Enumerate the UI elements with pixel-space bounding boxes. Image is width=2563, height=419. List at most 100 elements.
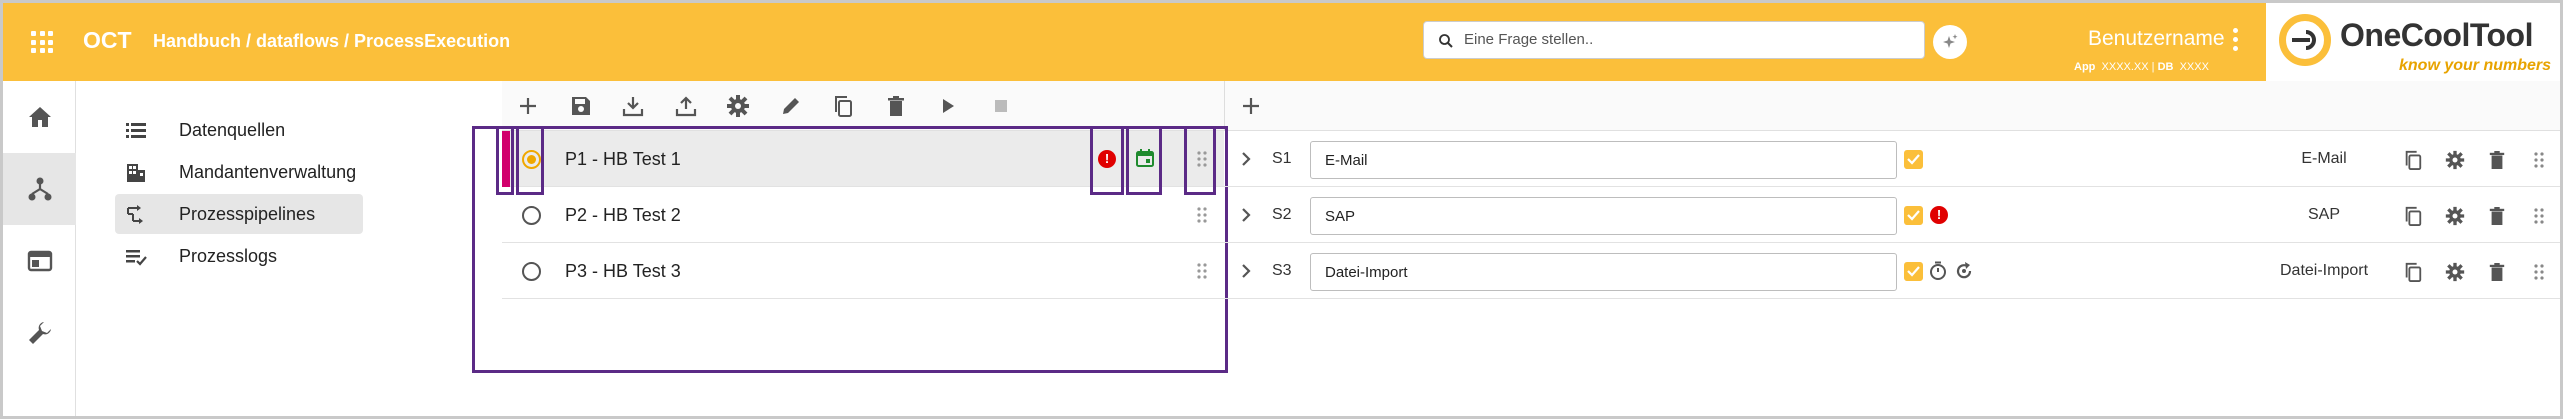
building-icon	[127, 164, 145, 182]
step-id: S3	[1272, 262, 1292, 279]
menu-item-label: Prozesslogs	[179, 245, 278, 266]
step-checkbox[interactable]	[1904, 206, 1923, 225]
wrench-icon	[28, 322, 51, 344]
highlight-schedule	[1126, 126, 1162, 195]
check-icon	[1907, 154, 1920, 165]
delete-step-button[interactable]	[2484, 260, 2510, 284]
rail-item-dataflows[interactable]	[3, 153, 76, 225]
db-label: DB	[2157, 61, 2174, 73]
log-icon	[126, 250, 147, 266]
search-input[interactable]	[1464, 31, 1904, 48]
sparkle-icon	[1943, 34, 1958, 48]
menu-item-datenquellen[interactable]: Datenquellen	[115, 110, 363, 150]
settings-icon	[2445, 262, 2465, 282]
add-icon	[1243, 98, 1259, 114]
dataflow-menu: Datenquellen Mandantenverwaltung Prozess…	[100, 110, 363, 278]
step-name-input[interactable]	[1310, 197, 1897, 235]
chevron-right-icon[interactable]	[1240, 207, 1252, 223]
step-row[interactable]: S3 Datei-Import	[1224, 243, 2560, 299]
download-button[interactable]	[618, 91, 648, 121]
copy-icon	[2405, 262, 2422, 282]
upload-icon	[675, 96, 697, 117]
upload-button[interactable]	[671, 91, 701, 121]
delete-icon	[2489, 207, 2505, 225]
copy-icon	[2405, 150, 2422, 170]
stop-icon	[995, 100, 1007, 112]
step-settings-button[interactable]	[2442, 204, 2468, 228]
delete-icon	[2489, 263, 2505, 281]
play-icon	[943, 99, 954, 113]
settings-icon	[727, 95, 749, 117]
timer-icon[interactable]	[1928, 261, 1948, 281]
logo-tagline: know your numbers	[2399, 57, 2552, 74]
search-box[interactable]	[1423, 21, 1925, 59]
copy-step-button[interactable]	[2400, 204, 2426, 228]
step-drag-handle[interactable]	[2526, 148, 2552, 172]
menu-item-label: Prozesspipelines	[179, 203, 316, 224]
delete-button[interactable]	[881, 91, 911, 121]
chevron-right-icon[interactable]	[1240, 151, 1252, 167]
username[interactable]: Benutzername	[2088, 27, 2225, 51]
chevron-right-icon[interactable]	[1240, 263, 1252, 279]
menu-item-prozesslogs[interactable]: Prozesslogs	[115, 236, 363, 276]
step-settings-button[interactable]	[2442, 260, 2468, 284]
menu-item-label: Mandantenverwaltung	[179, 161, 357, 182]
settings-icon	[2445, 150, 2465, 170]
toolbar-divider	[1224, 81, 1225, 131]
step-id: S1	[1272, 150, 1292, 167]
step-checkbox[interactable]	[1904, 262, 1923, 281]
step-checkbox[interactable]	[1904, 150, 1923, 169]
menu-item-label: Datenquellen	[179, 119, 286, 140]
settings-icon	[2445, 206, 2465, 226]
add-pipeline-button[interactable]	[513, 91, 543, 121]
edit-icon	[783, 98, 799, 114]
logo-text: OneCoolTool	[2340, 17, 2533, 53]
copy-button[interactable]	[828, 91, 858, 121]
save-button[interactable]	[566, 91, 596, 121]
drag-handle-icon	[2534, 264, 2544, 280]
step-id: S2	[1272, 206, 1292, 223]
logo-mark-icon	[2279, 14, 2331, 66]
check-icon	[1907, 210, 1920, 221]
step-settings-button[interactable]	[2442, 148, 2468, 172]
check-icon	[1907, 266, 1920, 277]
menu-item-mandantenverwaltung[interactable]: Mandantenverwaltung	[115, 152, 363, 192]
user-menu-icon[interactable]	[2233, 28, 2239, 51]
add-step-button[interactable]	[1236, 91, 1266, 121]
step-name-input[interactable]	[1310, 253, 1897, 291]
step-drag-handle[interactable]	[2526, 260, 2552, 284]
rail-item-dashboard[interactable]	[3, 225, 76, 297]
add-icon	[520, 98, 536, 114]
apps-grid-icon[interactable]	[31, 31, 53, 53]
stop-button[interactable]	[986, 91, 1016, 121]
rail-item-home[interactable]	[3, 81, 76, 153]
rerun-icon[interactable]	[1954, 261, 1974, 281]
copy-step-button[interactable]	[2400, 148, 2426, 172]
edit-button[interactable]	[776, 91, 806, 121]
ai-assist-button[interactable]	[1933, 25, 1967, 59]
pipeline-toolbar	[502, 81, 2560, 131]
menu-item-prozesspipelines[interactable]: Prozesspipelines	[115, 194, 363, 234]
step-list: S1 E-Mail S2 ! SAP S3 Datei-Import	[1224, 131, 2560, 299]
delete-step-button[interactable]	[2484, 148, 2510, 172]
error-icon[interactable]: !	[1930, 206, 1948, 224]
step-row[interactable]: S1 E-Mail	[1224, 131, 2560, 187]
step-drag-handle[interactable]	[2526, 204, 2552, 228]
copy-step-button[interactable]	[2400, 260, 2426, 284]
list-icon	[126, 123, 146, 138]
step-row[interactable]: S2 ! SAP	[1224, 187, 2560, 243]
app-brand[interactable]: OCT	[83, 27, 132, 54]
logo: OneCoolTool know your numbers	[2266, 3, 2560, 81]
breadcrumb: Handbuch / dataflows / ProcessExecution	[153, 31, 511, 51]
run-button[interactable]	[933, 91, 963, 121]
save-icon	[572, 97, 590, 115]
search-icon	[1439, 34, 1453, 48]
drag-handle-icon	[2534, 208, 2544, 224]
settings-button[interactable]	[723, 91, 753, 121]
delete-step-button[interactable]	[2484, 204, 2510, 228]
rail-item-tools[interactable]	[3, 297, 76, 369]
highlight-selection-marker	[496, 126, 514, 195]
delete-icon	[888, 96, 904, 116]
app-label: App	[2074, 61, 2096, 73]
step-name-input[interactable]	[1310, 141, 1897, 179]
